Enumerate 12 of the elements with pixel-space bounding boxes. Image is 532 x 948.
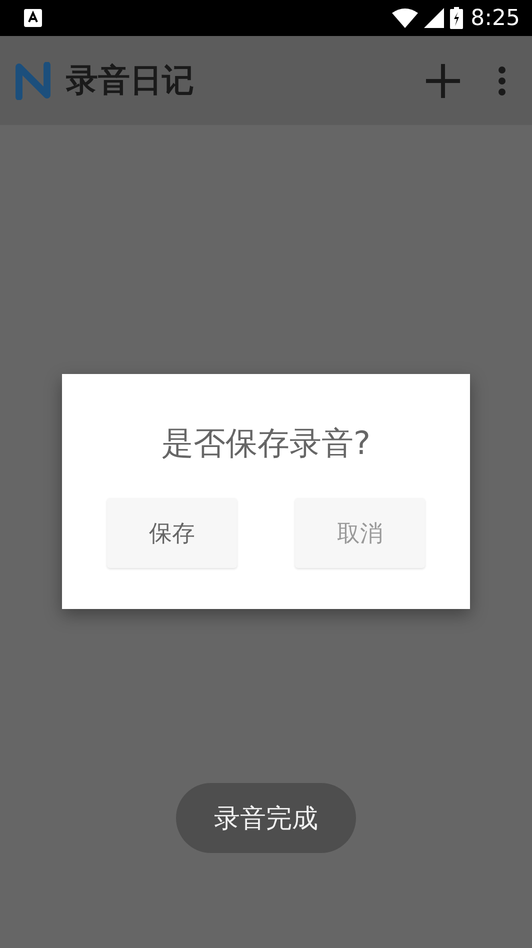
dialog-button[interactable]: 保存 — [107, 498, 237, 568]
wifi-icon — [392, 8, 418, 28]
signal-icon — [424, 8, 444, 28]
toast: 录音完成 — [176, 783, 356, 853]
notification-icon — [24, 9, 42, 27]
more-icon[interactable] — [498, 66, 506, 96]
clock: 8:25 — [470, 6, 520, 30]
app-title: 录音日记 — [66, 60, 194, 100]
logo-icon — [14, 62, 52, 100]
battery-icon — [450, 7, 463, 29]
dialog-message: 是否保存录音? — [162, 423, 370, 464]
add-icon[interactable] — [426, 64, 460, 98]
